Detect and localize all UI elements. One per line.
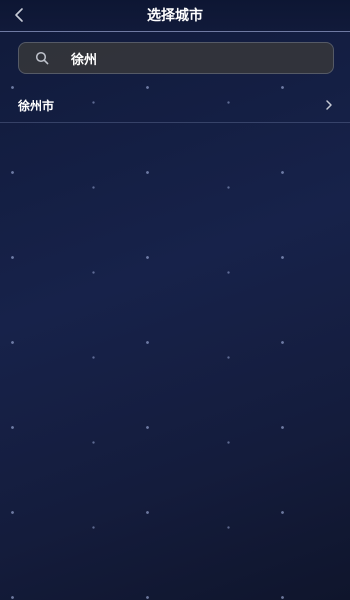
search-input[interactable] (65, 43, 333, 73)
top-nav-bar: 选择城市 (0, 0, 350, 32)
chevron-right-icon (324, 99, 334, 111)
page-title: 选择城市 (147, 8, 203, 24)
city-result-item[interactable]: 徐州市 (0, 88, 350, 123)
search-icon (35, 51, 65, 65)
search-box[interactable] (18, 42, 334, 74)
city-result-label: 徐州市 (18, 98, 55, 113)
